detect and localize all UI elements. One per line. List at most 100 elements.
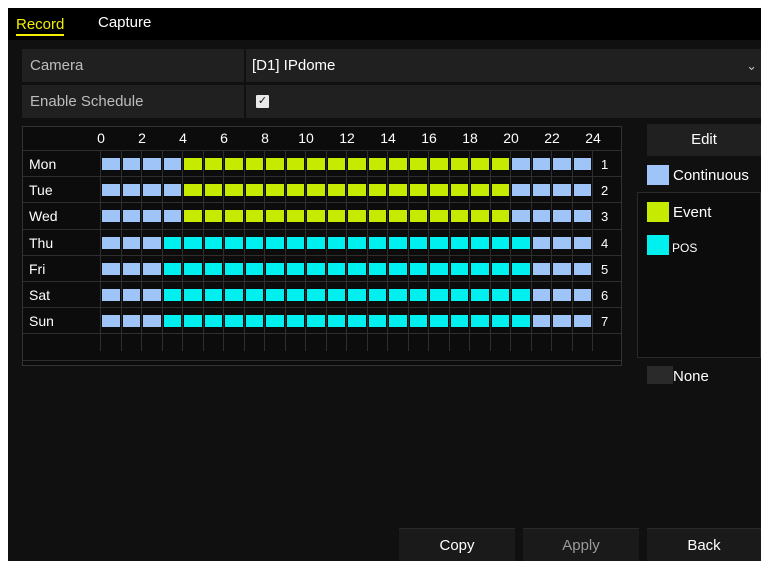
schedule-cell-pos[interactable]	[245, 236, 263, 249]
schedule-cell-pos[interactable]	[409, 289, 427, 301]
schedule-cell-event[interactable]	[204, 210, 222, 223]
schedule-cell-event[interactable]	[450, 210, 468, 223]
schedule-cell-event[interactable]	[327, 210, 345, 223]
schedule-cell-event[interactable]	[204, 158, 222, 170]
schedule-cell-pos[interactable]	[450, 315, 468, 328]
schedule-cell-pos[interactable]	[471, 289, 489, 301]
schedule-cell-continuous[interactable]	[143, 158, 161, 170]
schedule-cell-pos[interactable]	[430, 315, 448, 328]
schedule-cell-pos[interactable]	[450, 289, 468, 301]
schedule-cell-continuous[interactable]	[122, 158, 140, 170]
schedule-cell-pos[interactable]	[327, 262, 345, 275]
schedule-cell-pos[interactable]	[204, 262, 222, 275]
schedule-cell-pos[interactable]	[225, 289, 243, 301]
schedule-cell-pos[interactable]	[450, 236, 468, 249]
schedule-cell-pos[interactable]	[163, 315, 181, 328]
schedule-cell-continuous[interactable]	[553, 262, 571, 275]
schedule-cell-continuous[interactable]	[553, 289, 571, 301]
schedule-cell-continuous[interactable]	[102, 262, 120, 275]
schedule-cell-pos[interactable]	[430, 236, 448, 249]
schedule-cell-event[interactable]	[245, 184, 263, 197]
schedule-cell-event[interactable]	[204, 184, 222, 197]
schedule-cell-pos[interactable]	[491, 262, 509, 275]
schedule-cell-pos[interactable]	[430, 289, 448, 301]
schedule-cell-event[interactable]	[184, 210, 202, 223]
camera-select[interactable]: [D1] IPdome ⌄	[246, 49, 761, 82]
schedule-cell-event[interactable]	[245, 158, 263, 170]
schedule-cell-continuous[interactable]	[122, 210, 140, 223]
back-button[interactable]: Back	[647, 528, 761, 561]
schedule-cell-continuous[interactable]	[122, 289, 140, 301]
schedule-cell-continuous[interactable]	[143, 262, 161, 275]
schedule-cell-pos[interactable]	[266, 315, 284, 328]
schedule-cell-continuous[interactable]	[512, 158, 530, 170]
schedule-cell-continuous[interactable]	[532, 289, 550, 301]
schedule-cell-pos[interactable]	[184, 262, 202, 275]
schedule-cell-event[interactable]	[471, 184, 489, 197]
schedule-cell-continuous[interactable]	[573, 289, 591, 301]
schedule-cell-pos[interactable]	[204, 289, 222, 301]
schedule-cell-pos[interactable]	[491, 315, 509, 328]
schedule-cell-event[interactable]	[491, 158, 509, 170]
schedule-cell-pos[interactable]	[307, 315, 325, 328]
schedule-cell-pos[interactable]	[389, 289, 407, 301]
event-swatch[interactable]	[647, 202, 669, 222]
schedule-cell-pos[interactable]	[286, 236, 304, 249]
schedule-cell-event[interactable]	[491, 184, 509, 197]
schedule-cell-event[interactable]	[266, 158, 284, 170]
schedule-cell-pos[interactable]	[307, 262, 325, 275]
schedule-cell-continuous[interactable]	[163, 184, 181, 197]
schedule-cell-event[interactable]	[368, 158, 386, 170]
schedule-cell-pos[interactable]	[368, 315, 386, 328]
schedule-cell-pos[interactable]	[409, 315, 427, 328]
schedule-cell-continuous[interactable]	[532, 210, 550, 223]
schedule-cell-event[interactable]	[266, 210, 284, 223]
schedule-cell-event[interactable]	[348, 210, 366, 223]
schedule-cell-event[interactable]	[491, 210, 509, 223]
schedule-cell-continuous[interactable]	[553, 236, 571, 249]
schedule-cell-continuous[interactable]	[102, 158, 120, 170]
schedule-cell-pos[interactable]	[368, 289, 386, 301]
enable-schedule-checkbox[interactable]: ✓	[256, 95, 269, 108]
schedule-cell-continuous[interactable]	[122, 315, 140, 328]
schedule-cell-continuous[interactable]	[163, 158, 181, 170]
apply-button[interactable]: Apply	[523, 528, 639, 561]
schedule-cell-continuous[interactable]	[143, 315, 161, 328]
schedule-cell-pos[interactable]	[409, 262, 427, 275]
schedule-cell-pos[interactable]	[348, 262, 366, 275]
schedule-cell-event[interactable]	[184, 184, 202, 197]
none-swatch[interactable]	[647, 366, 673, 384]
schedule-cell-continuous[interactable]	[532, 315, 550, 328]
schedule-cell-continuous[interactable]	[143, 289, 161, 301]
schedule-cell-pos[interactable]	[266, 289, 284, 301]
schedule-cell-event[interactable]	[389, 210, 407, 223]
schedule-cell-continuous[interactable]	[163, 210, 181, 223]
schedule-cell-continuous[interactable]	[532, 158, 550, 170]
schedule-cell-event[interactable]	[430, 158, 448, 170]
schedule-cell-continuous[interactable]	[573, 262, 591, 275]
schedule-cell-pos[interactable]	[245, 289, 263, 301]
schedule-cell-continuous[interactable]	[122, 262, 140, 275]
schedule-cell-continuous[interactable]	[553, 158, 571, 170]
schedule-cell-pos[interactable]	[389, 315, 407, 328]
schedule-cell-pos[interactable]	[225, 236, 243, 249]
schedule-cell-event[interactable]	[266, 184, 284, 197]
schedule-cell-pos[interactable]	[348, 315, 366, 328]
schedule-cell-event[interactable]	[409, 184, 427, 197]
schedule-cell-pos[interactable]	[348, 236, 366, 249]
schedule-cell-continuous[interactable]	[122, 236, 140, 249]
schedule-cell-pos[interactable]	[163, 262, 181, 275]
schedule-cell-pos[interactable]	[245, 262, 263, 275]
copy-button[interactable]: Copy	[399, 528, 515, 561]
schedule-cell-pos[interactable]	[512, 236, 530, 249]
schedule-cell-continuous[interactable]	[553, 315, 571, 328]
schedule-cell-continuous[interactable]	[102, 236, 120, 249]
schedule-cell-pos[interactable]	[184, 236, 202, 249]
schedule-cell-continuous[interactable]	[573, 158, 591, 170]
schedule-cell-continuous[interactable]	[102, 210, 120, 223]
schedule-cell-pos[interactable]	[471, 236, 489, 249]
schedule-cell-pos[interactable]	[163, 289, 181, 301]
schedule-cell-pos[interactable]	[327, 236, 345, 249]
schedule-cell-event[interactable]	[348, 184, 366, 197]
schedule-cell-pos[interactable]	[184, 289, 202, 301]
